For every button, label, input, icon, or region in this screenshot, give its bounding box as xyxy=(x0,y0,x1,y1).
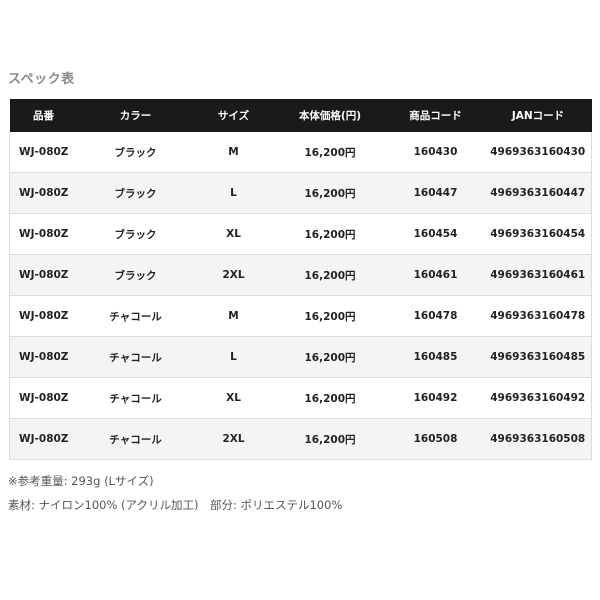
cell-price: 16,200円 xyxy=(273,418,387,460)
cell-part-number: WJ-080Z xyxy=(9,418,78,460)
cell-part-number: WJ-080Z xyxy=(9,377,78,419)
cell-color: チャコール xyxy=(77,418,194,460)
table-row: WJ-080Z ブラック XL 16,200円 160454 496936316… xyxy=(9,213,592,255)
cell-price: 16,200円 xyxy=(273,295,387,337)
cell-part-number: WJ-080Z xyxy=(9,172,78,214)
cell-product-code: 160492 xyxy=(386,377,485,419)
cell-price: 16,200円 xyxy=(273,254,387,296)
cell-price: 16,200円 xyxy=(273,336,387,378)
cell-jan-code: 4969363160430 xyxy=(484,132,592,173)
table-header-row: 品番 カラー サイズ 本体価格(円) 商品コード JANコード xyxy=(9,99,592,132)
header-size: サイズ xyxy=(193,99,274,132)
spec-table: 品番 カラー サイズ 本体価格(円) 商品コード JANコード WJ-080Z … xyxy=(9,99,592,460)
cell-jan-code: 4969363160454 xyxy=(484,213,592,255)
cell-size: L xyxy=(193,172,274,214)
cell-product-code: 160478 xyxy=(386,295,485,337)
cell-size: L xyxy=(193,336,274,378)
weight-note: ※参考重量: 293g (Lサイズ) xyxy=(8,474,154,488)
header-price: 本体価格(円) xyxy=(273,99,387,132)
cell-product-code: 160454 xyxy=(386,213,485,255)
table-row: WJ-080Z ブラック L 16,200円 160447 4969363160… xyxy=(9,172,592,214)
table-row: WJ-080Z ブラック 2XL 16,200円 160461 49693631… xyxy=(9,254,592,296)
cell-jan-code: 4969363160492 xyxy=(484,377,592,419)
header-part-number: 品番 xyxy=(9,99,78,132)
cell-product-code: 160430 xyxy=(386,132,485,173)
cell-size: M xyxy=(193,295,274,337)
cell-color: チャコール xyxy=(77,295,194,337)
table-row: WJ-080Z チャコール XL 16,200円 160492 49693631… xyxy=(9,377,592,419)
cell-price: 16,200円 xyxy=(273,377,387,419)
cell-part-number: WJ-080Z xyxy=(9,336,78,378)
cell-jan-code: 4969363160447 xyxy=(484,172,592,214)
cell-jan-code: 4969363160508 xyxy=(484,418,592,460)
cell-jan-code: 4969363160478 xyxy=(484,295,592,337)
cell-part-number: WJ-080Z xyxy=(9,213,78,255)
cell-price: 16,200円 xyxy=(273,172,387,214)
cell-color: ブラック xyxy=(77,172,194,214)
header-color: カラー xyxy=(77,99,194,132)
cell-color: ブラック xyxy=(77,213,194,255)
header-jan-code: JANコード xyxy=(484,99,592,132)
header-product-code: 商品コード xyxy=(386,99,485,132)
cell-jan-code: 4969363160461 xyxy=(484,254,592,296)
cell-size: M xyxy=(193,132,274,173)
cell-product-code: 160485 xyxy=(386,336,485,378)
table-row: WJ-080Z ブラック M 16,200円 160430 4969363160… xyxy=(9,132,592,173)
cell-part-number: WJ-080Z xyxy=(9,132,78,173)
table-row: WJ-080Z チャコール 2XL 16,200円 160508 4969363… xyxy=(9,418,592,460)
cell-size: XL xyxy=(193,213,274,255)
cell-product-code: 160447 xyxy=(386,172,485,214)
cell-size: 2XL xyxy=(193,254,274,296)
section-title: スペック表 xyxy=(8,72,75,87)
cell-color: チャコール xyxy=(77,377,194,419)
cell-part-number: WJ-080Z xyxy=(9,254,78,296)
cell-jan-code: 4969363160485 xyxy=(484,336,592,378)
cell-product-code: 160508 xyxy=(386,418,485,460)
cell-part-number: WJ-080Z xyxy=(9,295,78,337)
cell-color: ブラック xyxy=(77,254,194,296)
cell-price: 16,200円 xyxy=(273,132,387,173)
cell-color: ブラック xyxy=(77,132,194,173)
cell-color: チャコール xyxy=(77,336,194,378)
cell-product-code: 160461 xyxy=(386,254,485,296)
cell-size: XL xyxy=(193,377,274,419)
cell-price: 16,200円 xyxy=(273,213,387,255)
material-note: 素材: ナイロン100% (アクリル加工) 部分: ポリエステル100% xyxy=(8,498,343,512)
table-row: WJ-080Z チャコール M 16,200円 160478 496936316… xyxy=(9,295,592,337)
cell-size: 2XL xyxy=(193,418,274,460)
table-row: WJ-080Z チャコール L 16,200円 160485 496936316… xyxy=(9,336,592,378)
